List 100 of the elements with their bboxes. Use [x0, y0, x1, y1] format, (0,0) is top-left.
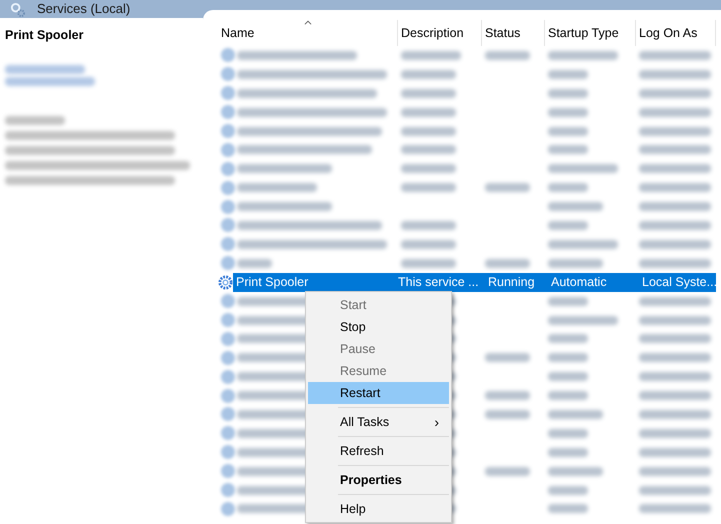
blurred-text: [548, 258, 603, 268]
blurred-text: [639, 372, 711, 382]
blurred-text: [401, 50, 461, 60]
detail-title: Print Spooler: [5, 27, 84, 44]
blurred-text: [5, 116, 65, 125]
blurred-text: [639, 296, 711, 306]
blurred-text: [548, 448, 588, 457]
blurred-text: [401, 70, 456, 79]
blurred-text: [639, 410, 711, 419]
menu-item[interactable]: All Tasks ›: [308, 411, 449, 433]
column-header[interactable]: Status: [482, 20, 545, 46]
selected-row[interactable]: Print Spooler This service ... Running Automatic Local Syste...: [233, 272, 716, 292]
blurred-icon: [221, 313, 235, 328]
blurred-icon: [221, 426, 235, 440]
blurred-text: [548, 164, 618, 174]
blurred-icon: [221, 350, 235, 365]
blurred-text: [548, 70, 588, 79]
blurred-icon: [221, 105, 235, 120]
blurred-text: [548, 145, 588, 154]
blurred-icon: [221, 218, 235, 232]
blurred-text: [401, 126, 456, 136]
blurred-text: [639, 50, 711, 60]
column-header[interactable]: Name: [218, 20, 398, 46]
blurred-text: [639, 183, 711, 192]
table-cell-text: Running: [487, 274, 536, 291]
blurred-text: [485, 391, 530, 400]
blurred-icon: [221, 162, 235, 176]
blurred-text: [485, 353, 530, 362]
column-header[interactable]: Startup Type: [545, 20, 636, 46]
blurred-icon: [221, 370, 235, 384]
blurred-text: [548, 126, 588, 136]
blurred-icon: [221, 332, 235, 346]
magnifier-gear-icon: [10, 2, 25, 16]
blurred-icon: [221, 124, 235, 138]
blurred-text: [548, 486, 588, 495]
blurred-text: [485, 258, 530, 268]
blurred-text: [485, 410, 530, 419]
blurred-text: [639, 316, 711, 325]
blurred-text: [548, 353, 588, 362]
blurred-text: [548, 391, 588, 400]
blurred-icon: [221, 86, 235, 100]
blurred-text: [401, 240, 456, 249]
menu-item[interactable]: Restart: [308, 382, 449, 404]
blurred-text: [548, 88, 588, 98]
blurred-text: [401, 183, 456, 192]
blurred-text: [548, 108, 588, 117]
blurred-text: [639, 258, 711, 268]
blurred-text: [639, 220, 711, 230]
menu-item[interactable]: Stop: [308, 316, 449, 338]
blurred-icon: [221, 180, 235, 195]
blurred-text: [401, 220, 456, 230]
table-cell-text: Print Spooler: [235, 274, 310, 291]
blurred-text: [548, 220, 588, 230]
blurred-text: [639, 448, 711, 457]
blurred-text: [639, 334, 711, 344]
blurred-text: [639, 486, 711, 495]
gear-icon: [218, 274, 233, 290]
blurred-text: [548, 50, 618, 60]
blurred-text: [548, 202, 603, 212]
sort-caret-icon: [304, 20, 311, 25]
blurred-text: [548, 410, 603, 419]
blurred-text: [548, 428, 588, 438]
blurred-text: [639, 108, 711, 117]
blurred-text: [639, 70, 711, 79]
menu-item[interactable]: Properties: [308, 469, 449, 491]
column-header[interactable]: Description: [398, 20, 482, 46]
blurred-text: [548, 240, 618, 249]
blurred-text: [401, 88, 456, 98]
blurred-icon: [221, 142, 235, 157]
blurred-text: [639, 466, 711, 476]
submenu-arrow-icon: ›: [434, 412, 439, 432]
blurred-text: [485, 466, 530, 476]
menu-item[interactable]: Help: [308, 498, 449, 520]
header-title: Services (Local): [37, 0, 130, 18]
blurred-icon: [221, 502, 235, 516]
menu-item[interactable]: Refresh: [308, 440, 449, 462]
blurred-text: [548, 504, 588, 514]
blurred-text: [639, 504, 711, 514]
blurred-text: [639, 126, 711, 136]
blurred-icon: [221, 483, 235, 498]
blurred-text: [548, 296, 588, 306]
blurred-icon: [221, 237, 235, 252]
blurred-text: [639, 164, 711, 174]
blurred-text: [639, 202, 711, 212]
blurred-icon: [221, 464, 235, 478]
table-cell-text: Local Syste...: [641, 274, 716, 291]
blurred-icon: [221, 445, 235, 460]
blurred-text: [485, 50, 530, 60]
column-header[interactable]: Log On As: [636, 20, 716, 46]
table-cell-text: This service ...: [398, 274, 480, 291]
blurred-text: [401, 108, 456, 117]
blurred-icon: [221, 200, 235, 214]
blurred-text: [401, 145, 456, 154]
blurred-icon: [221, 294, 235, 308]
blurred-icon: [221, 407, 235, 422]
blurred-text: [548, 466, 603, 476]
blurred-icon: [221, 67, 235, 82]
blurred-icon: [221, 388, 235, 403]
blurred-text: [548, 316, 618, 325]
blurred-text: [639, 240, 711, 249]
